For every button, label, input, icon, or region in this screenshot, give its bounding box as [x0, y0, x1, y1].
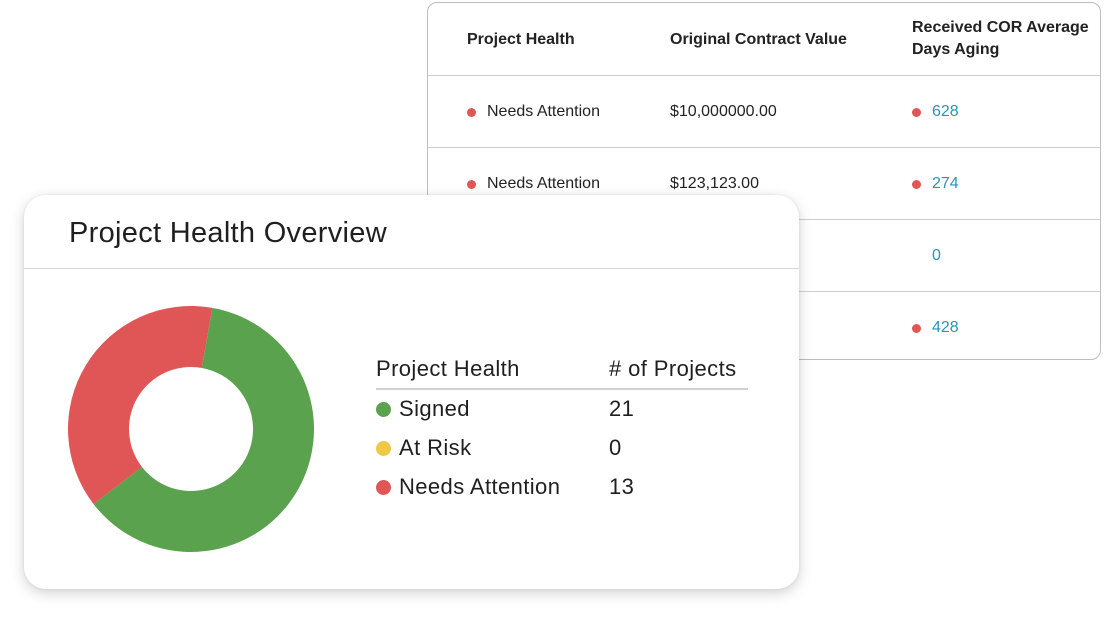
legend-count: 13	[609, 474, 635, 499]
status-dot-icon	[467, 179, 476, 189]
legend-table: Project Health # of Projects Signed 21 A…	[376, 352, 748, 507]
divider	[24, 268, 799, 269]
legend-item-at-risk: At Risk 0	[376, 429, 748, 468]
aging-cell: 0	[912, 220, 941, 292]
legend-count: 21	[609, 396, 635, 421]
column-header-contract-value[interactable]: Original Contract Value	[670, 29, 847, 51]
status-dot-icon	[912, 179, 921, 189]
donut-chart	[68, 306, 314, 552]
table-header: Project Health Original Contract Value R…	[428, 3, 1100, 76]
health-label: Needs Attention	[487, 103, 600, 120]
card-title: Project Health Overview	[69, 217, 387, 249]
legend-label: Needs Attention	[399, 474, 561, 499]
red-dot-icon	[376, 479, 391, 495]
legend-header: Project Health # of Projects	[376, 352, 748, 390]
column-header-cor-aging[interactable]: Received COR Average Days Aging	[912, 17, 1092, 61]
column-header-project-health[interactable]: Project Health	[467, 29, 575, 51]
legend-header-health: Project Health	[376, 356, 520, 381]
legend-count: 0	[609, 435, 622, 460]
legend-item-needs-attention: Needs Attention 13	[376, 468, 748, 507]
yellow-dot-icon	[376, 440, 391, 456]
legend-item-signed: Signed 21	[376, 390, 748, 429]
legend-header-count: # of Projects	[609, 356, 737, 381]
aging-value-link[interactable]: 628	[932, 103, 959, 121]
legend-label: At Risk	[399, 435, 472, 460]
health-cell: Needs Attention	[467, 76, 600, 148]
status-dot-icon	[467, 107, 476, 117]
aging-cell: 274	[912, 148, 959, 220]
aging-value-link[interactable]: 0	[932, 247, 941, 265]
health-label: Needs Attention	[487, 175, 600, 192]
legend-label: Signed	[399, 396, 470, 421]
project-health-overview-card: Project Health Overview Project Health #…	[24, 195, 799, 589]
aging-value-link[interactable]: 428	[932, 319, 959, 337]
aging-value-link[interactable]: 274	[932, 175, 959, 193]
table-row[interactable]: Needs Attention $10,000000.00 628	[428, 76, 1100, 148]
green-dot-icon	[376, 401, 391, 417]
contract-value: $10,000000.00	[670, 103, 777, 120]
aging-cell: 628	[912, 76, 959, 148]
status-dot-icon	[912, 107, 921, 117]
status-dot-icon	[912, 323, 921, 333]
aging-cell: 428	[912, 292, 959, 359]
